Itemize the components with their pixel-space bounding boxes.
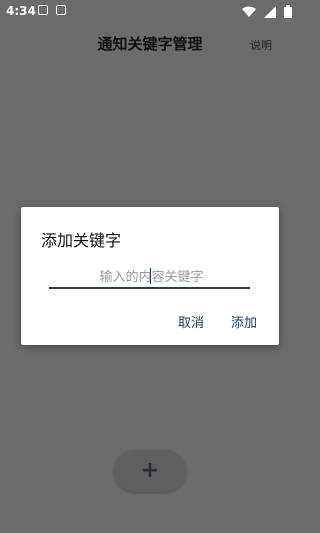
keyword-input-wrapper <box>49 265 254 289</box>
status-right-icons <box>242 5 292 18</box>
add-keyword-dialog: 添加关键字 取消 添加 <box>21 207 279 345</box>
keyword-input[interactable] <box>49 265 254 289</box>
image-icon <box>38 5 48 15</box>
help-button[interactable]: 说明 <box>250 37 272 53</box>
add-button[interactable]: 添加 <box>231 312 257 331</box>
dialog-title: 添加关键字 <box>41 231 122 250</box>
status-time: 4:34 <box>6 4 36 18</box>
app-a-icon <box>56 5 66 15</box>
signal-icon <box>264 5 276 18</box>
text-caret <box>150 268 151 284</box>
add-keyword-fab[interactable]: + <box>114 450 186 492</box>
status-bar: 4:34 <box>0 0 300 24</box>
status-left-icons <box>38 5 66 15</box>
cancel-button[interactable]: 取消 <box>178 312 204 331</box>
wifi-icon <box>242 6 256 17</box>
plus-icon: + <box>140 458 160 483</box>
battery-icon <box>284 5 292 18</box>
